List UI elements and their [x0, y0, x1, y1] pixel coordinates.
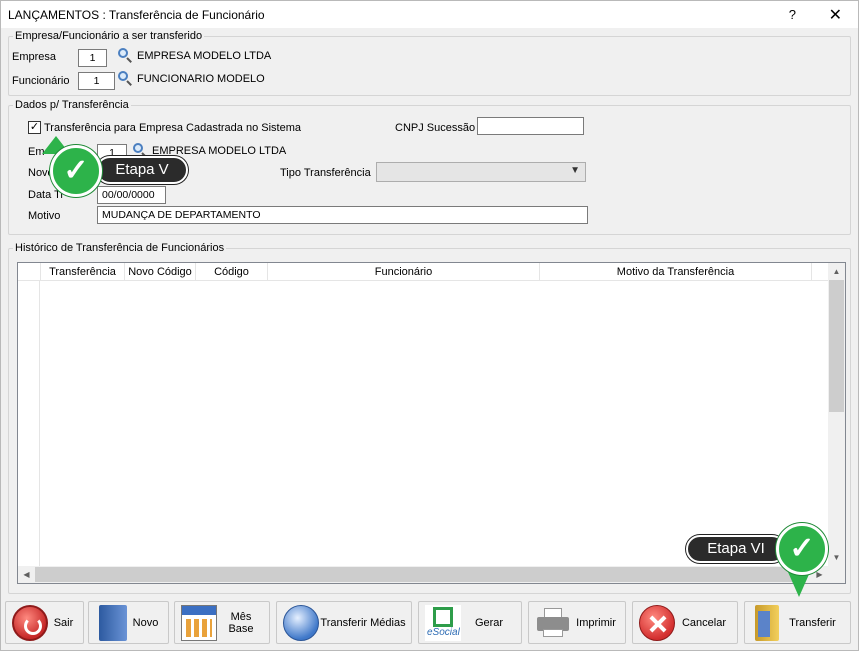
search-empresa-destino-icon[interactable] [133, 143, 147, 158]
scroll-down-icon[interactable]: ▼ [828, 549, 845, 566]
cancelar-label: Cancelar [681, 616, 727, 629]
search-empresa-icon[interactable] [118, 48, 132, 63]
window-title: LANÇAMENTOS : Transferência de Funcionár… [8, 8, 265, 22]
step-v-check-badge: ✓ [50, 145, 102, 197]
motivo-label: Motivo [28, 210, 61, 222]
check-icon: ✓ [789, 532, 815, 565]
transfer-registered-label: Transferência para Empresa Cadastrada no… [44, 122, 301, 134]
motivo-input[interactable]: MUDANÇA DE DEPARTAMENTO [97, 206, 588, 224]
column-header-codigo[interactable]: Código [196, 263, 268, 281]
row-indicator-header [18, 263, 41, 281]
transferir-label: Transferir [789, 616, 836, 629]
gerar-label: Gerar [474, 616, 504, 629]
step-vi-callout: Etapa VI [686, 535, 786, 563]
funcionario-name: FUNCIONARIO MODELO [137, 73, 265, 85]
cancelar-button[interactable]: Cancelar [632, 601, 738, 644]
scroll-up-icon[interactable]: ▲ [828, 263, 845, 280]
help-button[interactable]: ? [789, 7, 796, 22]
step-vi-check-badge: ✓ [776, 523, 828, 575]
transferir-medias-button[interactable]: Transferir Médias [276, 601, 412, 644]
data-transferencia-input[interactable]: 00/00/0000 [97, 186, 166, 204]
gerar-button[interactable]: eSocial Gerar [418, 601, 522, 644]
imprimir-label: Imprimir [576, 616, 616, 629]
close-button[interactable]: ✕ [829, 5, 842, 25]
funcionario-label: Funcionário [12, 75, 70, 87]
calendar-icon [181, 604, 217, 641]
tipo-transferencia-label: Tipo Transferência [280, 167, 371, 179]
transfer-group-legend: Dados p/ Transferência [15, 99, 129, 111]
transfer-folder-icon [755, 604, 779, 641]
esocial-logo-icon: eSocial [425, 604, 461, 641]
vertical-scroll-thumb[interactable] [829, 280, 844, 412]
vertical-scrollbar[interactable]: ▲ ▼ [828, 263, 845, 566]
novo-button[interactable]: Novo [88, 601, 169, 644]
step-v-callout: Etapa V [96, 156, 188, 184]
search-funcionario-icon[interactable] [118, 71, 132, 86]
new-document-icon [99, 604, 127, 641]
mes-base-button[interactable]: Mês Base [174, 601, 270, 644]
check-icon: ✓ [63, 154, 89, 187]
source-group-legend: Empresa/Funcionário a ser transferido [15, 30, 203, 42]
imprimir-button[interactable]: Imprimir [528, 601, 626, 644]
sair-label: Sair [53, 616, 74, 629]
novo-label: Novo [132, 616, 159, 629]
esocial-logo-text: eSocial [427, 626, 460, 638]
globe-document-icon [283, 604, 319, 641]
cnpj-label: CNPJ Sucessão [395, 122, 476, 134]
horizontal-scrollbar[interactable]: ◀ ▶ [18, 566, 845, 583]
cnpj-input[interactable] [477, 117, 584, 135]
column-header-motivo[interactable]: Motivo da Transferência [540, 263, 812, 281]
column-header-novo-codigo[interactable]: Novo Código [125, 263, 196, 281]
transferir-medias-label: Transferir Médias [320, 616, 406, 629]
row-indicator-column [18, 281, 40, 566]
history-group-legend: Histórico de Transferência de Funcionári… [15, 242, 225, 254]
window-titlebar: LANÇAMENTOS : Transferência de Funcionár… [0, 0, 859, 28]
tipo-transferencia-select[interactable]: ▼ [376, 162, 586, 182]
funcionario-code-input[interactable]: 1 [78, 72, 115, 90]
column-header-funcionario[interactable]: Funcionário [268, 263, 540, 281]
power-icon [12, 604, 48, 641]
horizontal-scroll-thumb[interactable] [35, 567, 795, 582]
mes-base-label: Mês Base [228, 610, 254, 635]
printer-icon [535, 605, 571, 641]
empresa-label: Empresa [12, 51, 57, 63]
empresa-code-input[interactable]: 1 [78, 49, 107, 67]
cancel-x-icon [639, 604, 675, 641]
source-group: Empresa/Funcionário a ser transferido [8, 30, 851, 96]
empresa-name: EMPRESA MODELO LTDA [137, 50, 272, 62]
scroll-left-icon[interactable]: ◀ [18, 566, 35, 583]
transfer-registered-checkbox[interactable]: ✓ [28, 121, 41, 134]
sair-button[interactable]: Sair [5, 601, 84, 644]
table-header: Transferência Novo Código Código Funcion… [18, 263, 845, 281]
chevron-down-icon: ▼ [570, 165, 580, 176]
transferir-button[interactable]: Transferir [744, 601, 851, 644]
column-header-transferencia[interactable]: Transferência [41, 263, 125, 281]
